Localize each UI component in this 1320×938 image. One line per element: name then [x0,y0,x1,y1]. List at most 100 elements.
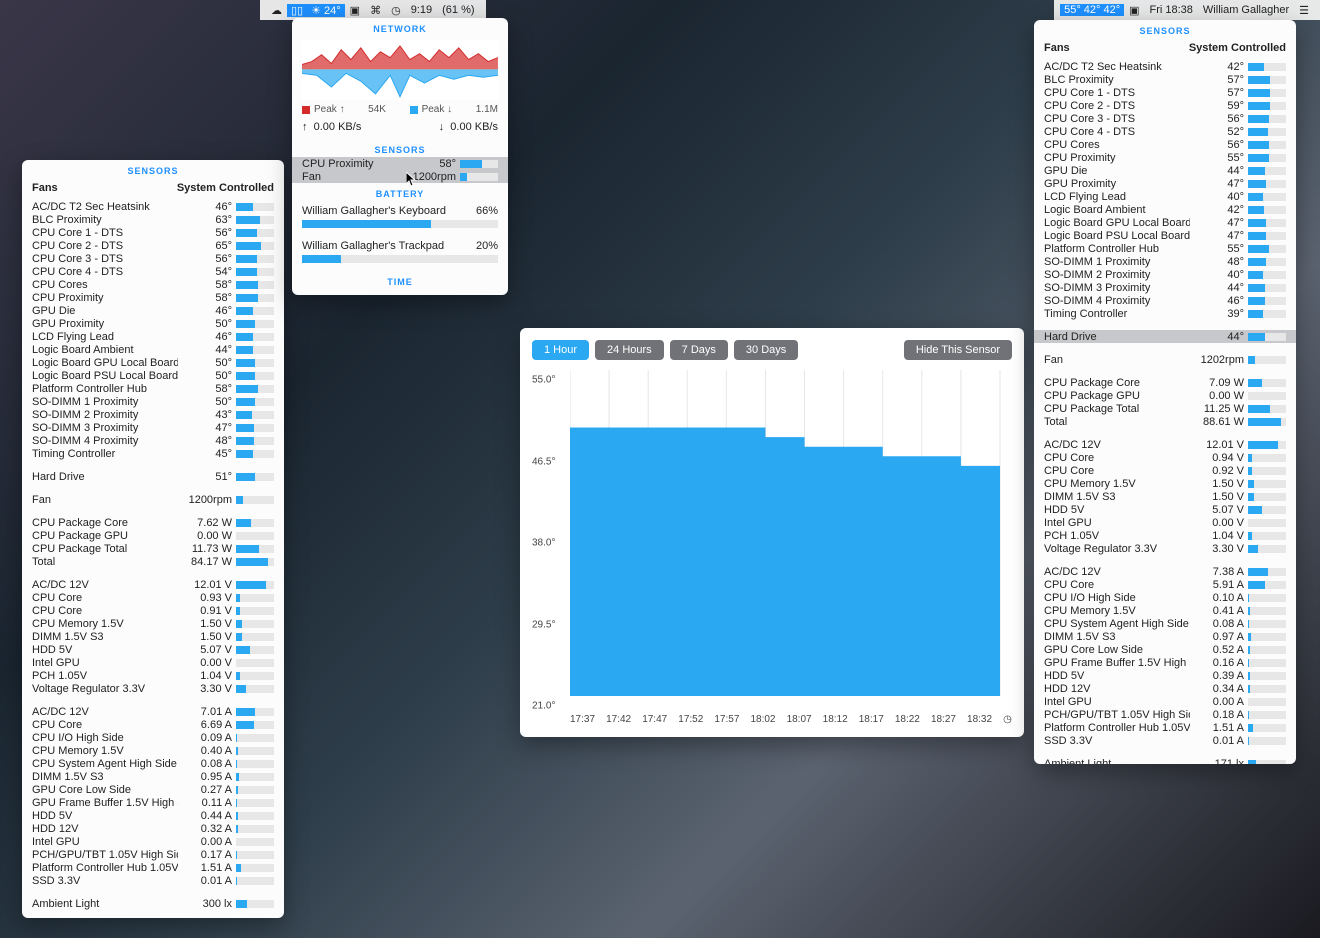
sensor-row[interactable]: Total 88.61 W [1034,415,1296,428]
sensor-row[interactable]: Logic Board Ambient 42° [1034,203,1296,216]
sensor-row[interactable]: BLC Proximity 63° [22,213,284,226]
battery-keyboard[interactable]: William Gallagher's Keyboard66% [292,201,508,236]
sensor-row[interactable]: CPU Core 1 - DTS 56° [22,226,284,239]
sensor-row[interactable]: SO-DIMM 4 Proximity 46° [1034,294,1296,307]
sensor-row[interactable]: DIMM 1.5V S3 1.50 V [22,630,284,643]
sensor-row[interactable]: AC/DC T2 Sec Heatsink 46° [22,200,284,213]
menu-icon[interactable]: ☰ [1294,4,1314,17]
sensor-row[interactable]: AC/DC T2 Sec Heatsink 42° [1034,60,1296,73]
sensor-row[interactable]: CPU Core 2 - DTS 65° [22,239,284,252]
fans-row[interactable]: Fans System Controlled [1034,38,1296,60]
camera-icon[interactable]: ▣ [1124,4,1144,17]
battery-trackpad[interactable]: William Gallagher's Trackpad20% [292,236,508,271]
network-chart[interactable] [302,40,498,100]
sensor-row[interactable]: Logic Board Ambient 44° [22,343,284,356]
sensor-row[interactable]: CPU Proximity 58° [292,157,508,170]
sensor-row[interactable]: CPU System Agent High Side 0.08 A [1034,617,1296,630]
weather-badge[interactable]: ☀ 24° [307,4,345,17]
sensor-row[interactable]: CPU Core 0.94 V [1034,451,1296,464]
sensor-row[interactable]: DIMM 1.5V S3 1.50 V [1034,490,1296,503]
sensor-row[interactable]: Total 84.17 W [22,555,284,568]
timerange-tab[interactable]: 1 Hour [532,340,589,360]
sensor-row[interactable]: CPU Proximity 55° [1034,151,1296,164]
sensor-row[interactable]: SO-DIMM 1 Proximity 48° [1034,255,1296,268]
sensor-row[interactable]: PCH 1.05V 1.04 V [22,669,284,682]
sensor-row[interactable]: CPU Core 1 - DTS 57° [1034,86,1296,99]
sensor-row[interactable]: Intel GPU 0.00 A [1034,695,1296,708]
sensor-row[interactable]: PCH 1.05V 1.04 V [1034,529,1296,542]
sensor-row[interactable]: GPU Proximity 50° [22,317,284,330]
sensor-row[interactable]: LCD Flying Lead 46° [22,330,284,343]
sensor-row[interactable]: CPU Memory 1.5V 0.41 A [1034,604,1296,617]
cloud-icon[interactable]: ☁︎ [266,4,287,17]
camera-icon[interactable]: ▣ [345,4,365,17]
sensor-row[interactable]: CPU Memory 1.5V 1.50 V [22,617,284,630]
sensor-row[interactable]: CPU Memory 1.5V 1.50 V [1034,477,1296,490]
sensor-row[interactable]: CPU Core 0.92 V [1034,464,1296,477]
istat-temps[interactable]: 55° 42° 42° [1060,4,1124,16]
bt-icon[interactable]: ⌘ [365,4,386,17]
sensor-row[interactable]: CPU I/O High Side 0.09 A [22,731,284,744]
menubar-datetime[interactable]: Fri 18:38 [1145,4,1198,16]
sensor-row[interactable]: CPU Core 2 - DTS 59° [1034,99,1296,112]
sensor-row[interactable]: SO-DIMM 2 Proximity 40° [1034,268,1296,281]
sensor-row[interactable]: Platform Controller Hub 55° [1034,242,1296,255]
sensor-row[interactable]: SO-DIMM 1 Proximity 50° [22,395,284,408]
timerange-tab[interactable]: 30 Days [734,340,798,360]
sensor-row[interactable]: Hard Drive 44° [1034,330,1296,343]
sensor-row[interactable]: HDD 5V 5.07 V [22,643,284,656]
sensor-row[interactable]: Intel GPU 0.00 V [22,656,284,669]
sensor-row[interactable]: SO-DIMM 2 Proximity 43° [22,408,284,421]
sensor-row[interactable]: SO-DIMM 3 Proximity 44° [1034,281,1296,294]
sensor-row[interactable]: CPU Core 0.91 V [22,604,284,617]
sensor-row[interactable]: Ambient Light 300 lx [22,897,284,910]
sensor-row[interactable]: Platform Controller Hub 1.05V 1.51 A [22,861,284,874]
sensor-row[interactable]: Voltage Regulator 3.3V 3.30 V [22,682,284,695]
sensor-row[interactable]: CPU Cores 58° [22,278,284,291]
sensor-row[interactable]: Logic Board PSU Local Board 50° [22,369,284,382]
sensor-row[interactable]: GPU Die 44° [1034,164,1296,177]
sensor-row[interactable]: GPU Core Low Side 0.27 A [22,783,284,796]
sensor-row[interactable]: Logic Board GPU Local Board 47° [1034,216,1296,229]
sensor-row[interactable]: SSD 3.3V 0.01 A [1034,734,1296,747]
sensor-row[interactable]: CPU Core 6.69 A [22,718,284,731]
sensor-row[interactable]: Intel GPU 0.00 A [22,835,284,848]
sensor-row[interactable]: Ambient Light 171 lx [1034,757,1296,764]
menubar-user[interactable]: William Gallagher [1198,4,1294,16]
sensor-row[interactable]: CPU Package GPU 0.00 W [22,529,284,542]
sensor-row[interactable]: SO-DIMM 4 Proximity 48° [22,434,284,447]
fans-row[interactable]: Fans System Controlled [22,178,284,200]
sensor-row[interactable]: CPU Core 4 - DTS 52° [1034,125,1296,138]
sensor-row[interactable]: Voltage Regulator 3.3V 3.30 V [1034,542,1296,555]
sensor-row[interactable]: AC/DC 12V 7.38 A [1034,565,1296,578]
sensor-row[interactable]: HDD 12V 0.32 A [22,822,284,835]
sensor-row[interactable]: Timing Controller 39° [1034,307,1296,320]
sensor-row[interactable]: PCH/GPU/TBT 1.05V High Side 0.17 A [22,848,284,861]
sensor-row[interactable]: SO-DIMM 3 Proximity 47° [22,421,284,434]
sensor-row[interactable]: GPU Proximity 47° [1034,177,1296,190]
hide-sensor-button[interactable]: Hide This Sensor [904,340,1012,360]
timerange-tab[interactable]: 24 Hours [595,340,664,360]
sensor-row[interactable]: Hard Drive 51° [22,470,284,483]
sensor-row[interactable]: AC/DC 12V 12.01 V [1034,438,1296,451]
sensor-row[interactable]: Platform Controller Hub 1.05V 1.51 A [1034,721,1296,734]
sensor-row[interactable]: CPU System Agent High Side 0.08 A [22,757,284,770]
sensor-row[interactable]: HDD 5V 0.39 A [1034,669,1296,682]
sensor-row[interactable]: GPU Frame Buffer 1.5V High Side 0.11 A [22,796,284,809]
sensor-row[interactable]: BLC Proximity 57° [1034,73,1296,86]
sensor-row[interactable]: DIMM 1.5V S3 0.95 A [22,770,284,783]
sensor-row[interactable]: CPU Core 3 - DTS 56° [1034,112,1296,125]
clock-icon[interactable]: ◷ [386,4,406,17]
sensor-row[interactable]: CPU Core 4 - DTS 54° [22,265,284,278]
sensor-row[interactable]: Platform Controller Hub 58° [22,382,284,395]
sensor-row[interactable]: CPU Package Core 7.09 W [1034,376,1296,389]
sensor-row[interactable]: CPU Core 5.91 A [1034,578,1296,591]
sensor-row[interactable]: CPU Package GPU 0.00 W [1034,389,1296,402]
istat-icon[interactable]: ▯▯ [287,4,307,17]
sensor-row[interactable]: GPU Die 46° [22,304,284,317]
sensor-row[interactable]: GPU Frame Buffer 1.5V High Side 0.16 A [1034,656,1296,669]
sensor-row[interactable]: Fan 1200rpm [22,493,284,506]
sensor-row[interactable]: CPU Cores 56° [1034,138,1296,151]
sensor-row[interactable]: CPU I/O High Side 0.10 A [1034,591,1296,604]
sensor-row[interactable]: Timing Controller 45° [22,447,284,460]
